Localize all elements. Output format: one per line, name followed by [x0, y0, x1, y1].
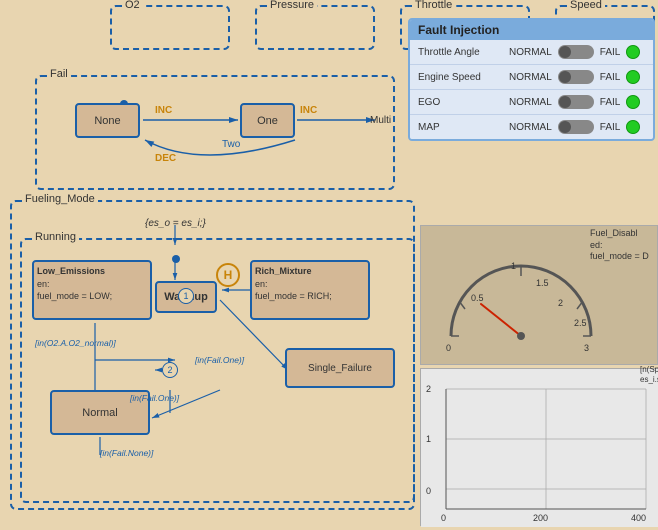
speed-bracket-label: [n(Spees_i.sp: [640, 365, 658, 386]
canvas: O2 Pressure Throttle Speed Fault Injecti…: [0, 0, 658, 528]
o2-label: O2: [122, 0, 143, 11]
inc-left-label: INC: [155, 105, 172, 116]
svg-text:200: 200: [533, 513, 548, 523]
fuel-disabled-label: Fuel_Disabl ed: fuel_mode = D: [590, 228, 649, 263]
fault-label-map: MAP: [418, 122, 503, 133]
rich-mixture-box: Rich_Mixture en: fuel_mode = RICH;: [250, 260, 370, 320]
svg-text:0: 0: [441, 513, 446, 523]
single-failure-box: Single_Failure: [285, 348, 395, 388]
status-dot-throttle: [626, 45, 640, 59]
chart-svg: 0 1 2 0 200 400: [421, 369, 658, 527]
one-box: One: [240, 103, 295, 138]
multi-label: Multi: [370, 115, 391, 126]
low-emissions-action: fuel_mode = LOW;: [37, 290, 147, 303]
fault-row-throttle: Throttle Angle NORMAL FAIL: [410, 40, 653, 65]
svg-text:1: 1: [426, 434, 431, 444]
es-o-label: {es_o = es_i;}: [145, 218, 206, 229]
rich-mixture-title: Rich_Mixture: [255, 265, 365, 278]
fault-row-ego: EGO NORMAL FAIL: [410, 90, 653, 115]
svg-text:0: 0: [426, 486, 431, 496]
svg-text:2: 2: [558, 298, 563, 308]
svg-text:0: 0: [446, 343, 451, 353]
toggle-map[interactable]: [558, 120, 594, 134]
toggle-throttle[interactable]: [558, 45, 594, 59]
rich-mixture-action: fuel_mode = RICH;: [255, 290, 365, 303]
junction-1: 1: [178, 288, 194, 304]
toggle-engine[interactable]: [558, 70, 594, 84]
low-emissions-en: en:: [37, 278, 147, 291]
junction-2: 2: [162, 362, 178, 378]
fault-label-throttle: Throttle Angle: [418, 47, 503, 58]
svg-text:400: 400: [631, 513, 646, 523]
in-fail-one-label-2: [in(Fail.One)]: [130, 393, 179, 403]
none-box: None: [75, 103, 140, 138]
svg-text:2.5: 2.5: [574, 318, 587, 328]
in-fail-none-label: [in(Fail.None)]: [100, 448, 153, 458]
fault-normal-ego: NORMAL: [509, 97, 552, 108]
running-label: Running: [32, 231, 79, 243]
status-dot-engine: [626, 70, 640, 84]
in-fail-one-label-1: [in(Fail.One)]: [195, 355, 244, 365]
fault-row-map: MAP NORMAL FAIL: [410, 115, 653, 139]
dec-label: DEC: [155, 153, 176, 164]
svg-text:1.5: 1.5: [536, 278, 549, 288]
fault-label-engine: Engine Speed: [418, 72, 503, 83]
fault-fail-engine: FAIL: [600, 72, 621, 83]
fault-row-engine: Engine Speed NORMAL FAIL: [410, 65, 653, 90]
o2-box: O2: [110, 5, 230, 50]
fault-injection-title: Fault Injection: [410, 20, 653, 40]
pressure-box: Pressure: [255, 5, 375, 50]
speed-label: Speed: [567, 0, 605, 11]
fueling-mode-label: Fueling_Mode: [22, 193, 98, 205]
rich-mixture-en: en:: [255, 278, 365, 291]
inc-right-label: INC: [300, 105, 317, 116]
fault-normal-map: NORMAL: [509, 122, 552, 133]
two-num-label: Two: [222, 139, 240, 150]
toggle-ego[interactable]: [558, 95, 594, 109]
status-dot-ego: [626, 95, 640, 109]
svg-text:2: 2: [426, 384, 431, 394]
in-o2-normal-label: [in(O2.A.O2_normal)]: [35, 338, 116, 348]
running-entry-dot: [172, 255, 180, 263]
fault-normal-throttle: NORMAL: [509, 47, 552, 58]
fault-fail-ego: FAIL: [600, 97, 621, 108]
low-emissions-title: Low_Emissions: [37, 265, 147, 278]
throttle-label: Throttle: [412, 0, 455, 11]
pressure-label: Pressure: [267, 0, 317, 11]
low-emissions-box: Low_Emissions en: fuel_mode = LOW;: [32, 260, 152, 320]
svg-text:0.5: 0.5: [471, 293, 484, 303]
fault-normal-engine: NORMAL: [509, 72, 552, 83]
fail-label: Fail: [47, 68, 71, 80]
svg-text:3: 3: [584, 343, 589, 353]
status-dot-map: [626, 120, 640, 134]
h-circle: H: [216, 263, 240, 287]
svg-text:1: 1: [511, 261, 516, 271]
fault-fail-map: FAIL: [600, 122, 621, 133]
fault-injection-panel: Fault Injection Throttle Angle NORMAL FA…: [408, 18, 655, 141]
fault-fail-throttle: FAIL: [600, 47, 621, 58]
fault-label-ego: EGO: [418, 97, 503, 108]
chart-area: 0 1 2 0 200 400: [420, 368, 658, 526]
